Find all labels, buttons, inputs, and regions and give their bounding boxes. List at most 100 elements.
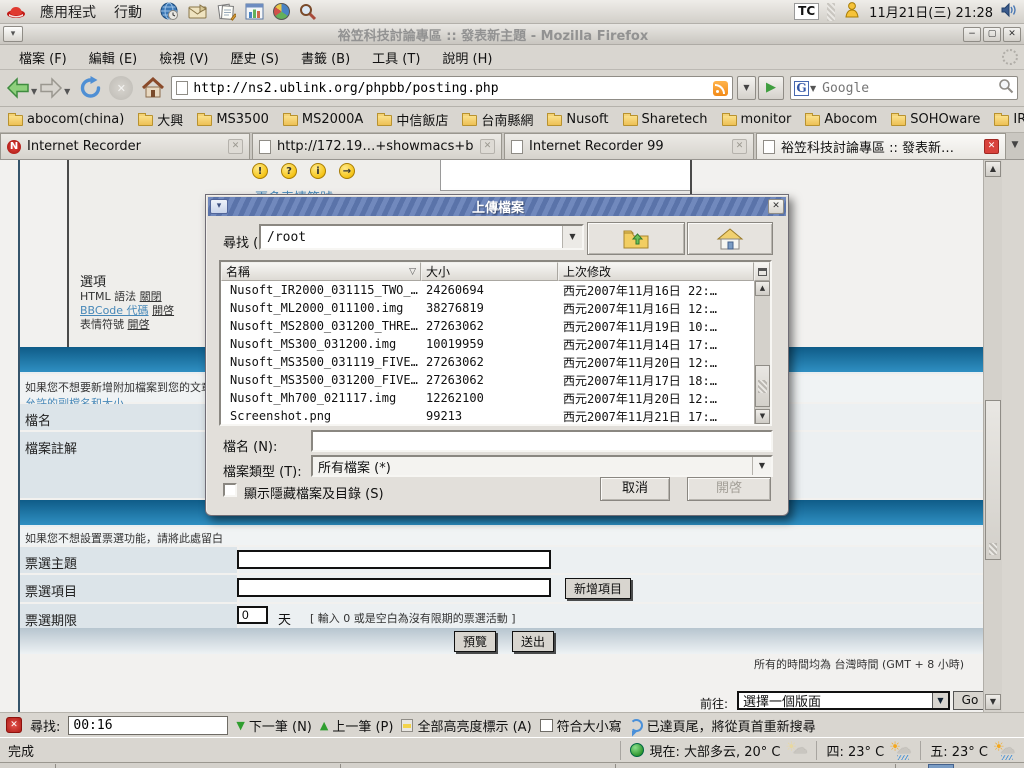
dialog-filename-input[interactable] bbox=[311, 430, 773, 452]
bookmark-item[interactable]: Sharetech bbox=[623, 112, 708, 127]
reload-button[interactable] bbox=[78, 76, 103, 100]
match-case-checkbox[interactable] bbox=[540, 719, 553, 732]
forward-button[interactable]: ▼ bbox=[39, 77, 72, 99]
filetype-dropdown-icon[interactable]: ▼ bbox=[752, 457, 771, 475]
column-header-size[interactable]: 大小 bbox=[421, 262, 558, 281]
tab-close-icon[interactable]: ✕ bbox=[732, 139, 747, 154]
preview-button[interactable]: 預覽 bbox=[454, 631, 496, 652]
applications-menu[interactable]: 應用程式 bbox=[36, 2, 100, 22]
piechart-icon[interactable] bbox=[273, 3, 290, 20]
list-scroll-up-icon[interactable]: ▲ bbox=[755, 281, 770, 296]
go-arrow-button[interactable]: ▶ bbox=[758, 76, 784, 100]
weather-friday[interactable]: 五: 23° C ☀☁ bbox=[920, 741, 1024, 760]
actions-menu[interactable]: 行動 bbox=[110, 2, 146, 22]
file-list-scrollbar[interactable]: ▲ ▼ bbox=[754, 281, 770, 424]
poll-option-input[interactable] bbox=[237, 578, 551, 597]
forward-dropdown-icon[interactable]: ▼ bbox=[64, 87, 70, 96]
browser-scrollbar[interactable]: ▲ ▼ bbox=[983, 160, 1002, 712]
bookmark-item[interactable]: SOHOware bbox=[891, 112, 980, 127]
file-row[interactable]: Nusoft_MS300_031200.img 10019959 西元2007年… bbox=[221, 335, 770, 353]
bookmark-item[interactable]: IR bbox=[994, 112, 1024, 127]
menubar-item[interactable]: 說明 (H) bbox=[431, 48, 503, 67]
home-directory-button[interactable] bbox=[687, 222, 773, 255]
smiley-icon[interactable]: ? bbox=[281, 163, 297, 179]
weather-current[interactable]: 現在: 大部多云, 20° C ☀☁ bbox=[620, 741, 816, 760]
bookmark-item[interactable]: MS2000A bbox=[283, 112, 363, 127]
google-engine-icon[interactable]: G bbox=[794, 81, 809, 96]
location-combo[interactable]: /root ▼ bbox=[259, 224, 584, 250]
bookmark-item[interactable]: abocom(china) bbox=[8, 112, 124, 127]
search-box[interactable]: G ▼ bbox=[790, 76, 1018, 100]
url-bar[interactable] bbox=[171, 76, 733, 100]
back-button[interactable]: ▼ bbox=[6, 77, 39, 99]
scrollbar-thumb[interactable] bbox=[985, 400, 1001, 560]
filetype-combo[interactable]: 所有檔案 (*) ▼ bbox=[311, 455, 773, 477]
panel-clock[interactable]: 11月21日(三) 21:28 bbox=[869, 2, 993, 21]
column-options-button[interactable] bbox=[754, 262, 770, 281]
smiley-icon[interactable]: ! bbox=[252, 163, 268, 179]
column-header-modified[interactable]: 上次修改 bbox=[558, 262, 754, 281]
file-row[interactable]: Nusoft_Mh700_021117.img 12262100 西元2007年… bbox=[221, 389, 770, 407]
select-arrow-icon[interactable]: ▼ bbox=[932, 693, 948, 708]
highlight-all-button[interactable]: 全部高亮度標示 (A) bbox=[401, 716, 531, 735]
file-row[interactable]: Nusoft_MS3500_031119_FIVE… 27263062 西元20… bbox=[221, 353, 770, 371]
file-row[interactable]: Screenshot.png 99213 西元2007年11月21日 17:… bbox=[221, 407, 770, 424]
open-button[interactable]: 開啓 bbox=[687, 477, 771, 501]
applet-drag-handle[interactable] bbox=[827, 3, 835, 21]
maximize-button[interactable]: ▢ bbox=[983, 27, 1001, 42]
bookmark-item[interactable]: 台南縣網 bbox=[462, 110, 533, 129]
bookmark-item[interactable]: Abocom bbox=[805, 112, 877, 127]
url-input[interactable] bbox=[193, 81, 713, 96]
menubar-item[interactable]: 歷史 (S) bbox=[219, 48, 290, 67]
window-titlebar[interactable]: ▾ 裕笠科技討論專區 :: 發表新主題 - Mozilla Firefox − … bbox=[0, 24, 1024, 45]
findbar-close-icon[interactable]: ✕ bbox=[6, 717, 22, 733]
list-scrollbar-thumb[interactable] bbox=[755, 365, 770, 407]
search-tool-icon[interactable] bbox=[299, 3, 317, 21]
cancel-button[interactable]: 取消 bbox=[600, 477, 670, 501]
dialog-titlebar[interactable]: ▾ 上傳檔案 ✕ bbox=[208, 197, 786, 216]
home-button[interactable] bbox=[141, 77, 165, 99]
tab[interactable]: Internet Recorder ✕ bbox=[0, 133, 250, 159]
web-browser-icon[interactable] bbox=[160, 2, 179, 21]
engine-dropdown-icon[interactable]: ▼ bbox=[810, 84, 816, 93]
menubar-item[interactable]: 檔案 (F) bbox=[8, 48, 78, 67]
smiley-icon[interactable]: i bbox=[310, 163, 326, 179]
menubar-item[interactable]: 檢視 (V) bbox=[148, 48, 219, 67]
bookmark-item[interactable]: MS3500 bbox=[197, 112, 269, 127]
volume-icon[interactable] bbox=[1001, 2, 1018, 22]
scroll-up-icon[interactable]: ▲ bbox=[985, 161, 1001, 177]
scroll-down-icon[interactable]: ▼ bbox=[985, 694, 1001, 710]
rss-icon[interactable] bbox=[713, 81, 728, 96]
stop-button[interactable]: ✕ bbox=[109, 76, 133, 100]
bookmark-item[interactable]: 大興 bbox=[138, 110, 183, 129]
tab[interactable]: 裕笠科技討論專區 :: 發表新… ✕ bbox=[756, 133, 1006, 159]
menubar-item[interactable]: 書籤 (B) bbox=[290, 48, 361, 67]
poll-length-input[interactable] bbox=[237, 606, 268, 624]
tab-list-dropdown-icon[interactable]: ▼ bbox=[1008, 135, 1022, 157]
tab-close-icon[interactable]: ✕ bbox=[228, 139, 243, 154]
match-case-option[interactable]: 符合大小寫 bbox=[540, 716, 622, 735]
add-option-button[interactable]: 新增項目 bbox=[565, 578, 631, 599]
tab-close-icon[interactable]: ✕ bbox=[984, 139, 999, 154]
taskbar-strip[interactable] bbox=[0, 762, 1024, 768]
list-scroll-down-icon[interactable]: ▼ bbox=[755, 409, 770, 424]
notes-icon[interactable] bbox=[217, 3, 236, 21]
close-button[interactable]: ✕ bbox=[1003, 27, 1021, 42]
menubar-item[interactable]: 工具 (T) bbox=[361, 48, 431, 67]
menubar-item[interactable]: 編輯 (E) bbox=[78, 48, 149, 67]
smiley-icon[interactable]: → bbox=[339, 163, 355, 179]
bookmark-item[interactable]: monitor bbox=[722, 112, 792, 127]
find-input[interactable] bbox=[68, 716, 228, 735]
column-header-name[interactable]: 名稱▽ bbox=[221, 262, 421, 281]
message-textarea[interactable] bbox=[440, 160, 690, 191]
up-directory-button[interactable] bbox=[587, 222, 685, 255]
tab-close-icon[interactable]: ✕ bbox=[480, 139, 495, 154]
poll-topic-input[interactable] bbox=[237, 550, 551, 569]
weather-thursday[interactable]: 四: 23° C ☀☁ bbox=[816, 741, 920, 760]
tab[interactable]: http://172.19…+showmacs+br0 ✕ bbox=[252, 133, 502, 159]
taskbar-active-window[interactable] bbox=[928, 764, 954, 768]
file-row[interactable]: Nusoft_MS2800_031200_THRE… 27263062 西元20… bbox=[221, 317, 770, 335]
file-row[interactable]: Nusoft_MS3500_031200_FIVE… 27263062 西元20… bbox=[221, 371, 770, 389]
bookmark-item[interactable]: 中信飯店 bbox=[377, 110, 448, 129]
scim-user-icon[interactable] bbox=[843, 1, 861, 23]
